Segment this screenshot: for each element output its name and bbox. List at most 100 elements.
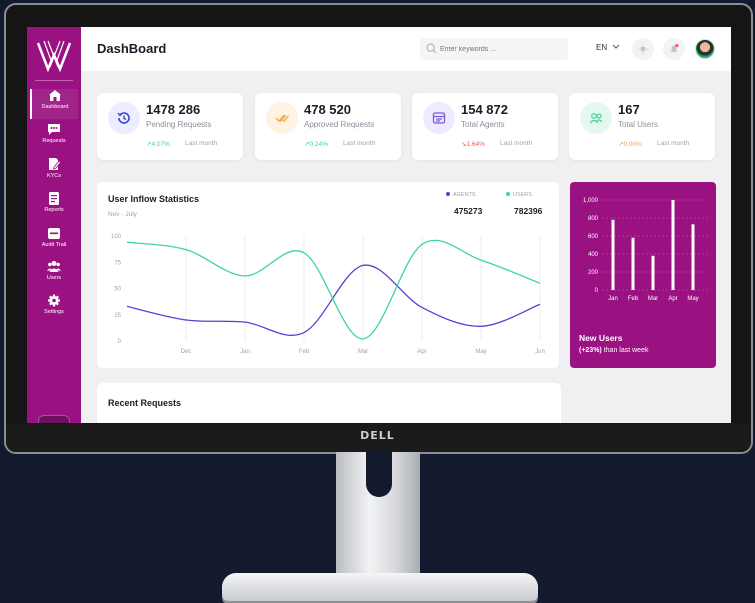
stat-period: Last month [500, 140, 533, 147]
stat-card-total-agents: 154 872 Total Agents ↘1.64% Last month [412, 93, 558, 160]
top-bar: DashBoard EN [81, 27, 731, 71]
recent-requests-title: Recent Requests [108, 398, 182, 408]
y-tick-label: 50 [114, 287, 121, 293]
sidebar-item-label: KYCs [46, 173, 62, 179]
check-double-icon [275, 114, 289, 122]
y-tick-label: 0 [118, 339, 122, 345]
stat-icon-container [108, 102, 140, 134]
language-label: EN [596, 43, 608, 52]
legend-agents: AGENTS [446, 192, 476, 198]
recent-requests-card: Recent Requests [97, 383, 561, 423]
users-growth-text: than last week [601, 347, 649, 354]
series-line-users [126, 239, 541, 340]
chart-title: User Inflow Statistics [108, 194, 200, 204]
audit-icon [48, 228, 60, 239]
users-icon [47, 261, 61, 272]
x-tick-label: Mar [358, 349, 368, 355]
bar-mar [651, 255, 655, 290]
stat-icon-container [580, 102, 612, 134]
bell-icon [670, 44, 679, 52]
y-tick-label: 600 [588, 234, 599, 240]
user-avatar[interactable] [695, 39, 715, 59]
sun-icon [637, 43, 649, 55]
stat-icon-container [266, 102, 298, 134]
monitor-brand-logo: DELL [360, 429, 395, 442]
x-tick-label: Dec [181, 349, 192, 355]
stat-change: ↗0.00% [618, 140, 642, 148]
sidebar-item-label: Audit Trail [41, 242, 67, 248]
monitor-stand-cable-hole [366, 452, 392, 497]
notifications-button[interactable] [663, 38, 685, 60]
sidebar-item-users[interactable]: Users [30, 260, 78, 290]
language-selector[interactable]: EN [596, 43, 620, 52]
stat-change: ↗0.24% [304, 140, 328, 148]
screen: Dashboard Requests KYCs Reports Audit Tr… [27, 27, 731, 423]
sidebar: Dashboard Requests KYCs Reports Audit Tr… [27, 27, 81, 423]
sidebar-item-kycs[interactable]: KYCs [30, 158, 78, 188]
sidebar-divider [35, 80, 73, 81]
sidebar-item-label: Settings [44, 309, 64, 315]
y-tick-label: 800 [588, 216, 599, 222]
x-tick-label: Feb [299, 349, 310, 355]
y-tick-label: 400 [588, 252, 599, 258]
app-logo[interactable] [36, 37, 72, 73]
stat-value: 478 520 [304, 102, 351, 117]
history-icon [117, 112, 130, 124]
stat-label: Pending Requests [146, 120, 212, 129]
home-icon [49, 90, 61, 101]
x-tick-label: May [475, 349, 486, 355]
bar-jan [611, 219, 615, 290]
chevron-down-icon [613, 44, 620, 49]
search-box[interactable] [420, 38, 568, 60]
theme-toggle-button[interactable] [632, 38, 654, 60]
stat-card-pending-requests: 1478 286 Pending Requests ↗4.07% Last mo… [97, 93, 243, 160]
x-tick-label: May [687, 296, 698, 302]
x-tick-label: Jan [608, 296, 618, 302]
stat-icon-container [423, 102, 455, 134]
document-edit-icon [49, 158, 61, 170]
search-input[interactable] [440, 42, 560, 56]
users-outline-icon [589, 113, 603, 124]
sidebar-item-label: Users [46, 275, 62, 281]
chart-subtitle: Nov - July [108, 211, 137, 218]
sidebar-item-dashboard[interactable]: Dashboard [30, 89, 78, 119]
sidebar-item-audit-trail[interactable]: Audit Trail [30, 227, 78, 257]
stat-value: 154 872 [461, 102, 508, 117]
x-tick-label: Feb [628, 296, 639, 302]
stat-change-value: 1.64% [466, 141, 485, 148]
y-tick-label: 75 [114, 260, 121, 266]
users-card-subtitle: (+23%) than last week [579, 347, 648, 354]
bar-feb [631, 237, 635, 290]
bar-chart: 0 200 400 600 800 1,000 Jan Feb Mar Apr May [583, 198, 708, 302]
page-title: DashBoard [97, 41, 167, 56]
y-tick-label: 25 [114, 313, 121, 319]
legend-label: USERS [513, 192, 532, 198]
legend-users: USERS [506, 192, 532, 198]
stat-card-total-users: 167 Total Users ↗0.00% Last month [569, 93, 715, 160]
legend-label: AGENTS [453, 192, 476, 198]
new-users-card: 0 200 400 600 800 1,000 Jan Feb Mar Apr May New Us… [570, 182, 716, 368]
sidebar-profile-avatar[interactable] [38, 415, 70, 423]
sidebar-item-requests[interactable]: Requests [30, 123, 78, 153]
bar-may [691, 224, 695, 290]
x-tick-label: Jun [535, 349, 545, 355]
sidebar-item-reports[interactable]: Reports [30, 192, 78, 222]
storefront-icon [432, 112, 446, 124]
stat-value: 167 [618, 102, 640, 117]
chat-icon [48, 124, 60, 135]
gear-icon [48, 294, 60, 307]
bar-apr [671, 200, 675, 290]
sidebar-item-settings[interactable]: Settings [30, 294, 78, 324]
legend-swatch-agents [446, 192, 450, 196]
users-card-title: New Users [579, 333, 623, 343]
legend-value-users: 782396 [514, 206, 543, 216]
stat-card-approved-requests: 478 520 Approved Requests ↗0.24% Last mo… [255, 93, 401, 160]
stat-change-value: 4.07% [151, 141, 170, 148]
x-tick-label: Apr [417, 349, 426, 355]
stat-change: ↘1.64% [461, 140, 485, 148]
monitor-stand-base [222, 573, 538, 601]
stat-value: 1478 286 [146, 102, 201, 117]
sidebar-item-label: Requests [42, 138, 66, 144]
stat-label: Total Agents [461, 120, 505, 129]
sidebar-item-label: Dashboard [41, 104, 69, 110]
